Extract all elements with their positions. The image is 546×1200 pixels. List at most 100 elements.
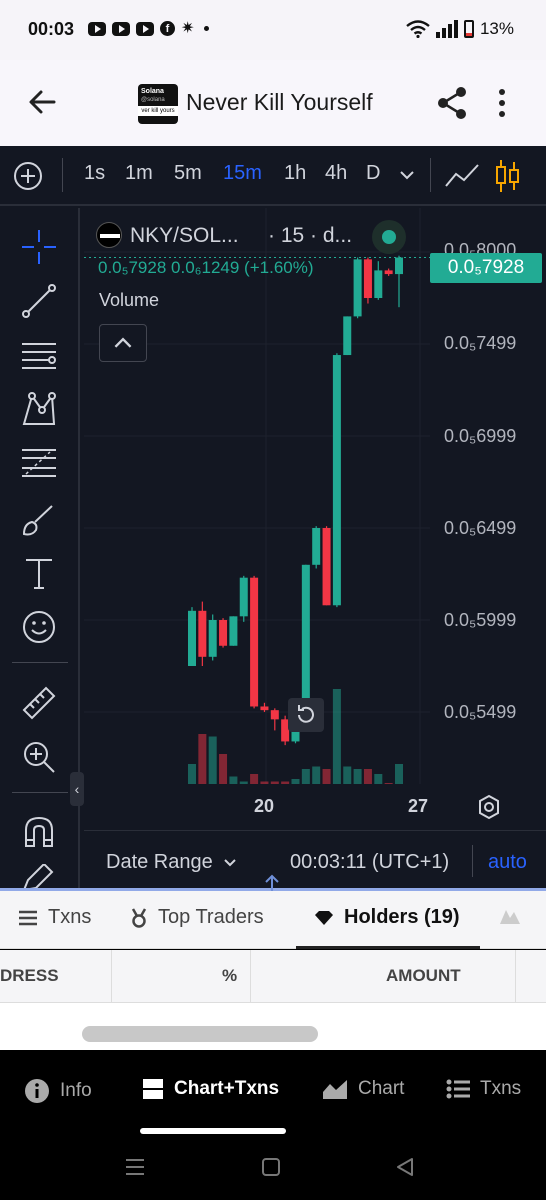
wifi-icon xyxy=(406,20,430,38)
pattern-tool-icon[interactable] xyxy=(20,390,58,428)
pencil-icon[interactable] xyxy=(20,864,58,890)
collapse-toolbar-button[interactable]: ‹ xyxy=(70,772,84,806)
nav-label: Info xyxy=(60,1080,92,1101)
reset-chart-icon[interactable] xyxy=(288,698,324,732)
price-axis-label: 0.0₅6999 xyxy=(444,426,517,446)
volume-bar xyxy=(332,689,341,784)
timeframe-1s[interactable]: 1s xyxy=(84,162,105,185)
auto-scale-button[interactable]: auto xyxy=(488,851,527,874)
nav-info[interactable]: Info xyxy=(24,1078,92,1104)
volume-bar xyxy=(322,769,331,784)
home-icon[interactable] xyxy=(260,1156,282,1178)
candle-body xyxy=(384,270,393,275)
candle-body xyxy=(322,528,331,606)
volume-bar xyxy=(353,769,362,784)
volume-bar xyxy=(343,766,352,784)
volume-bar xyxy=(363,769,372,784)
market-status-icon[interactable] xyxy=(372,220,406,254)
price-axis-label: 0.0₅7499 xyxy=(444,333,517,353)
chart-type-candles-icon[interactable] xyxy=(494,158,522,194)
horizontal-scrollbar[interactable] xyxy=(82,1026,318,1042)
bubblemap-icon[interactable] xyxy=(498,906,522,926)
ruler-icon[interactable] xyxy=(20,684,58,722)
active-tab-indicator xyxy=(296,946,480,949)
chart-settings-icon[interactable] xyxy=(476,794,502,820)
column-header-address[interactable]: DRESS xyxy=(0,966,59,986)
zoom-in-icon[interactable] xyxy=(20,738,58,776)
back-arrow-icon[interactable] xyxy=(26,86,58,118)
volume-label: Volume xyxy=(99,290,160,310)
nav-chart[interactable]: Chart xyxy=(322,1078,404,1100)
chart-type-line-icon[interactable] xyxy=(444,160,480,192)
bottom-navigation: Info Chart+Txns Chart Txns xyxy=(0,1050,546,1200)
split-view-icon xyxy=(143,1079,163,1099)
timeframe-1m[interactable]: 1m xyxy=(125,162,153,185)
token-logo: Solana @solana ver kill yours xyxy=(138,84,178,124)
tab-txns[interactable]: Txns xyxy=(18,906,91,929)
data-tabs: Txns Top Traders Holders (19) xyxy=(0,891,546,949)
status-bar: 00:03 f ✷ 13% xyxy=(0,0,546,60)
toolbar-divider xyxy=(430,158,431,192)
tab-top-traders[interactable]: Top Traders xyxy=(130,906,264,929)
date-range-button[interactable]: Date Range xyxy=(106,851,213,874)
clock: 00:03 xyxy=(28,19,75,39)
timeframe-4h[interactable]: 4h xyxy=(325,162,347,185)
candle-body xyxy=(198,610,207,657)
nav-txns[interactable]: Txns xyxy=(446,1078,521,1100)
chart-clock[interactable]: 00:03:11 (UTC+1) xyxy=(290,851,449,874)
info-icon xyxy=(25,1079,49,1103)
column-header-amount[interactable]: AMOUNT xyxy=(386,966,461,986)
candle-body xyxy=(239,577,248,617)
timeframe-1h[interactable]: 1h xyxy=(284,162,306,185)
youtube-icon xyxy=(88,21,106,36)
chart-bottom-bar: Date Range 00:03:11 (UTC+1) auto xyxy=(84,830,546,890)
volume-bar xyxy=(301,769,310,784)
emoji-icon[interactable] xyxy=(20,608,58,646)
share-icon[interactable] xyxy=(436,86,468,120)
tab-label: Top Traders xyxy=(158,906,264,928)
symbol-logo xyxy=(96,222,122,248)
volume-bar xyxy=(312,766,321,784)
chevron-down-icon[interactable] xyxy=(222,855,238,871)
parallel-lines-icon[interactable] xyxy=(20,336,58,374)
chart-area[interactable]: NKY/SOL... · 15 · d... 0.0₅7928 0.0₆1249… xyxy=(84,208,546,828)
toolbar-divider xyxy=(62,158,63,192)
volume-bar xyxy=(395,764,403,784)
timeframe-15m[interactable]: 15m xyxy=(223,162,262,185)
crosshair-icon[interactable] xyxy=(20,228,58,266)
add-indicator-icon[interactable] xyxy=(12,160,44,192)
ohlc-values: 0.0₅7928 0.0₆1249 (+1.60%) xyxy=(98,258,314,277)
time-axis-label: 20 xyxy=(254,796,275,816)
candle-body xyxy=(374,270,383,298)
system-status: 13% xyxy=(406,19,514,39)
candle-body xyxy=(229,616,238,646)
volume-bar xyxy=(198,734,207,784)
fib-retracement-icon[interactable] xyxy=(20,444,58,482)
volume-bar xyxy=(229,776,238,784)
tab-label: Holders (19) xyxy=(344,906,460,928)
recent-apps-icon[interactable] xyxy=(124,1156,146,1178)
trend-line-icon[interactable] xyxy=(20,282,58,320)
brush-icon[interactable] xyxy=(20,500,58,538)
tab-holders[interactable]: Holders (19) xyxy=(314,906,460,929)
symbol-name[interactable]: NKY/SOL... xyxy=(130,224,239,248)
home-indicator[interactable] xyxy=(140,1128,286,1134)
chart-panel: 1s 1m 5m 15m 1h 4h D ‹ NKY/SOL... · 15 ·… xyxy=(0,146,546,890)
volume-bar xyxy=(374,774,383,784)
candle-body xyxy=(312,528,321,565)
column-header-percent[interactable]: % xyxy=(222,966,237,986)
text-tool-icon[interactable] xyxy=(20,554,58,592)
timeframe-d[interactable]: D xyxy=(366,162,380,185)
candle-body xyxy=(332,355,341,606)
nav-chart-txns[interactable]: Chart+Txns xyxy=(142,1078,279,1100)
collapse-legend-button[interactable] xyxy=(99,324,147,362)
app-bar: Solana @solana ver kill yours Never Kill… xyxy=(0,60,546,146)
system-back-icon[interactable] xyxy=(394,1156,416,1178)
timeframe-5m[interactable]: 5m xyxy=(174,162,202,185)
more-vert-icon[interactable] xyxy=(492,87,512,119)
nav-label: Txns xyxy=(480,1078,522,1099)
chevron-down-icon[interactable] xyxy=(398,166,416,184)
candle-body xyxy=(343,316,352,356)
magnet-icon[interactable] xyxy=(20,812,58,850)
price-axis-label: 0.0₅5999 xyxy=(444,610,517,630)
